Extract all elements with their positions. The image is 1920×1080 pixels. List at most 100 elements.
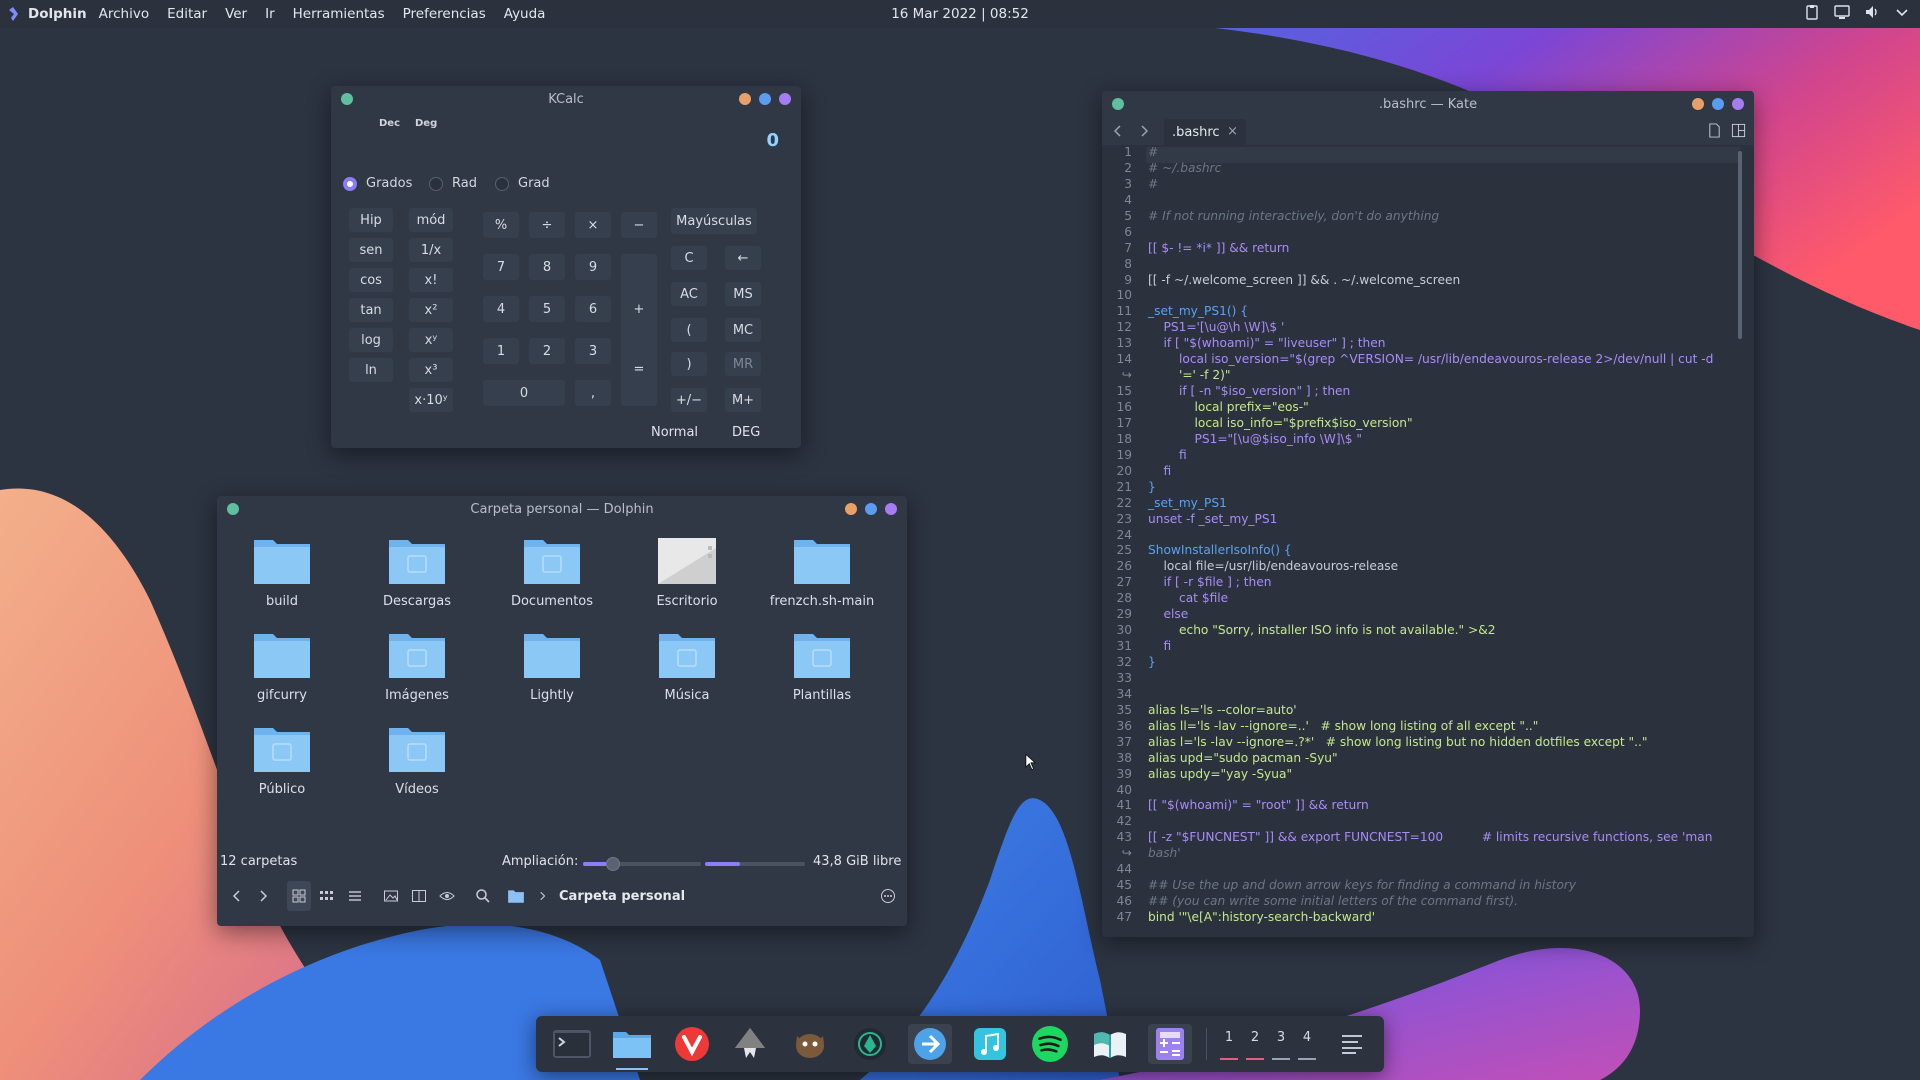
memory-button[interactable]: MC — [725, 318, 761, 342]
menu-lines-icon[interactable] — [1340, 1032, 1364, 1056]
sci-button[interactable]: sen — [349, 238, 393, 262]
code-line[interactable]: 4 — [1102, 193, 1752, 209]
operator-button[interactable]: % — [483, 212, 519, 238]
equals-button[interactable]: = — [621, 332, 657, 406]
code-line[interactable]: ↪ bash' — [1102, 846, 1752, 862]
code-line[interactable]: 23 unset -f _set_my_PS1 — [1102, 512, 1752, 528]
window-menu-dot[interactable] — [341, 93, 353, 105]
workspace-2[interactable]: 2 — [1244, 1030, 1266, 1060]
folder-item[interactable]: Lightly — [497, 632, 607, 703]
dock-kdeconnect[interactable] — [908, 1024, 952, 1064]
display-icon[interactable] — [1834, 4, 1850, 20]
code-line[interactable]: 38 alias upd="sudo pacman -Syu" — [1102, 751, 1752, 767]
digit-button[interactable]: 4 — [483, 296, 519, 322]
folder-item[interactable]: Documentos — [497, 538, 607, 609]
code-line[interactable]: 8 — [1102, 257, 1752, 273]
volume-icon[interactable] — [1864, 4, 1880, 20]
menu-herramientas[interactable]: Herramientas — [293, 6, 385, 22]
code-line[interactable]: 17 local iso_info="$prefix$iso_version" — [1102, 416, 1752, 432]
dock-terminal[interactable] — [550, 1024, 594, 1064]
code-line[interactable]: 32} — [1102, 655, 1752, 671]
digit-button[interactable]: 9 — [575, 254, 611, 280]
memory-button[interactable]: +/− — [671, 388, 707, 412]
code-line[interactable]: 7 [[ $- != *i* ]] && return — [1102, 241, 1752, 257]
code-line[interactable]: 11 _set_my_PS1() { — [1102, 304, 1752, 320]
code-line[interactable]: 9 [[ -f ~/.welcome_screen ]] && . ~/.welc… — [1102, 273, 1752, 289]
code-line[interactable]: 26 local file=/usr/lib/endeavouros-relea… — [1102, 559, 1752, 575]
zoom-slider-handle[interactable] — [605, 857, 620, 871]
kcalc-titlebar[interactable]: KCalc — [331, 86, 801, 112]
menu-ir[interactable]: Ir — [265, 6, 275, 22]
menu-archivo[interactable]: Archivo — [99, 6, 149, 22]
folder-item[interactable]: frenzch.sh-main — [767, 538, 877, 609]
folder-item[interactable]: Público — [227, 726, 337, 797]
digit-button[interactable]: 0 — [483, 380, 565, 406]
editor-scrollbar[interactable] — [1738, 151, 1742, 339]
folder-item[interactable]: gifcurry — [227, 632, 337, 703]
code-line[interactable]: 13 if [ "$(whoami)" = "liveuser" ] ; the… — [1102, 336, 1752, 352]
tab-bashrc[interactable]: .bashrc × — [1164, 119, 1246, 145]
preview-button[interactable] — [383, 881, 399, 911]
menu-preferencias[interactable]: Preferencias — [403, 6, 486, 22]
sci-button[interactable]: x·10ʸ — [409, 388, 453, 412]
code-line[interactable]: 21} — [1102, 480, 1752, 496]
code-line[interactable]: 19 fi — [1102, 448, 1752, 464]
dock-reader[interactable] — [1088, 1024, 1132, 1064]
tab-close-icon[interactable]: × — [1227, 124, 1238, 139]
dock-music[interactable] — [968, 1024, 1012, 1064]
code-editor[interactable]: 1 #2 # ~/.bashrc 3 #4 5 # If not running inter… — [1102, 145, 1752, 926]
code-line[interactable]: 30 echo "Sorry, installer ISO info is no… — [1102, 623, 1752, 639]
breadcrumb[interactable]: Carpeta personal — [559, 881, 685, 911]
code-line[interactable]: 15 if [ -n "$iso_version" ] ; then — [1102, 384, 1752, 400]
folder-item[interactable]: Escritorio — [632, 538, 742, 609]
sci-button[interactable]: log — [349, 328, 393, 352]
view-icons-button[interactable] — [287, 881, 311, 911]
split-view-button[interactable] — [411, 881, 427, 911]
dock-gimp[interactable] — [788, 1024, 832, 1064]
sci-button[interactable]: xʸ — [409, 328, 453, 352]
app-launcher-icon[interactable] — [6, 7, 20, 21]
folder-item[interactable]: Música — [632, 632, 742, 703]
clipboard-icon[interactable] — [1804, 4, 1820, 20]
code-line[interactable]: 35 alias ls='ls --color=auto' — [1102, 703, 1752, 719]
code-line[interactable]: 20 fi — [1102, 464, 1752, 480]
code-line[interactable]: 25 ShowInstallerIsoInfo() { — [1102, 543, 1752, 559]
minimize-button[interactable] — [1692, 98, 1704, 110]
code-line[interactable]: 5 # If not running interactively, don't d… — [1102, 209, 1752, 225]
sci-button[interactable]: tan — [349, 298, 393, 322]
menu-ver[interactable]: Ver — [225, 6, 247, 22]
code-line[interactable]: 43 [[ -z "$FUNCNEST" ]] && export FUNCNES… — [1102, 830, 1752, 846]
folder-item[interactable]: build — [227, 538, 337, 609]
code-line[interactable]: 39 alias updy="yay -Syua" — [1102, 767, 1752, 783]
new-document-icon[interactable] — [1707, 123, 1722, 138]
digit-button[interactable]: 7 — [483, 254, 519, 280]
maximize-button[interactable] — [1712, 98, 1724, 110]
close-button[interactable] — [1732, 98, 1744, 110]
code-line[interactable]: 24 — [1102, 528, 1752, 544]
radio-grad[interactable]: Grad — [495, 176, 550, 191]
sci-button[interactable]: x! — [409, 268, 453, 292]
code-line[interactable]: 37 alias l='ls -lav --ignore=.?*' # show … — [1102, 735, 1752, 751]
code-line[interactable]: 31 fi — [1102, 639, 1752, 655]
code-line[interactable]: 47 bind '"\e[A":history-search-backward' — [1102, 910, 1752, 926]
view-details-button[interactable] — [347, 881, 363, 911]
window-menu-dot[interactable] — [1112, 98, 1124, 110]
code-line[interactable]: 6 — [1102, 225, 1752, 241]
code-line[interactable]: 34 — [1102, 687, 1752, 703]
dock-inkscape[interactable] — [728, 1024, 772, 1064]
digit-button[interactable]: 3 — [575, 338, 611, 364]
memory-button[interactable]: ( — [671, 318, 707, 342]
dock-file-manager[interactable] — [610, 1024, 654, 1070]
minimize-button[interactable] — [845, 503, 857, 515]
folder-item[interactable]: Descargas — [362, 538, 472, 609]
menu-editar[interactable]: Editar — [167, 6, 207, 22]
back-button[interactable] — [229, 881, 245, 911]
code-line[interactable]: ↪ '=' -f 2)" — [1102, 368, 1752, 384]
code-line[interactable]: 40 — [1102, 783, 1752, 799]
kate-titlebar[interactable]: .bashrc — Kate — [1102, 91, 1754, 117]
code-line[interactable]: 22 _set_my_PS1 — [1102, 496, 1752, 512]
memory-button[interactable]: ← — [725, 246, 761, 270]
home-folder-button[interactable] — [506, 881, 526, 911]
chevron-down-icon[interactable] — [1894, 4, 1910, 20]
code-line[interactable]: 3 # — [1102, 177, 1752, 193]
